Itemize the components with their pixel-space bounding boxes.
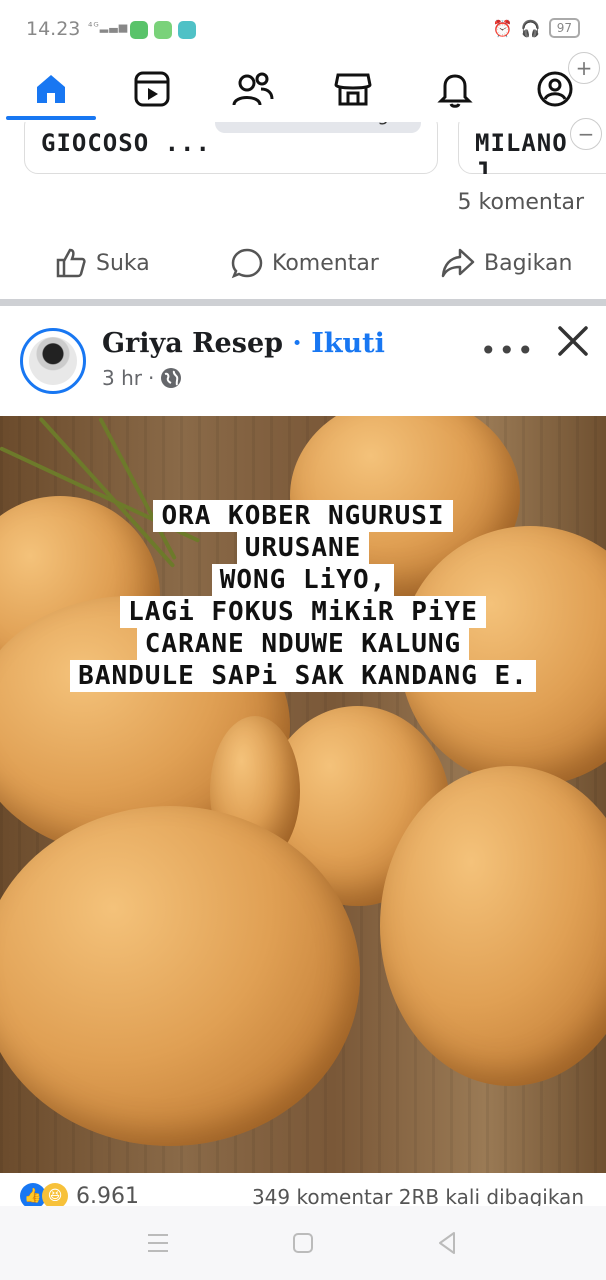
globe-icon [161,368,182,388]
reaction-count: 6.961 [76,1183,139,1209]
headphones-icon: 🎧 [520,18,541,38]
back-icon[interactable] [436,1231,458,1255]
video-icon [134,71,170,107]
post-author-line: Griya Resep · Ikuti [102,328,385,359]
bell-icon [437,74,473,108]
app-notification-icon [154,21,172,39]
zoom-in-button[interactable]: + [568,52,600,84]
menu-icon[interactable] [146,1232,170,1254]
tab-home[interactable] [26,64,76,114]
like-label: Suka [96,250,150,276]
friends-icon [232,72,274,106]
comment-button[interactable]: Komentar [230,246,379,280]
order-now-button[interactable]: Pesan sekarang [215,122,421,133]
quote-line: BANDULE SAPi SAK KANDANG E. [70,660,536,692]
comment-label: Komentar [272,250,379,276]
card-title: GIOCOSO ... [41,129,211,157]
image-quote: ORA KOBER NGURUSI URUSANE WONG LiYO, LAG… [0,500,606,692]
hide-post-button[interactable] [554,322,594,362]
status-bar: 14.23 ⁴ᴳ▂▃▅ ⏰ 🎧 97 [0,0,606,56]
follow-button[interactable]: Ikuti [311,328,385,359]
marketplace-icon [334,73,372,106]
post-time[interactable]: 3 hr [102,366,142,390]
tab-friends[interactable] [228,64,278,114]
close-icon [558,326,588,356]
meta-dot: · [147,366,155,390]
whatsapp-icon [130,21,148,39]
quote-line: ORA KOBER NGURUSI [153,500,453,532]
zoom-out-button[interactable]: − [570,118,602,150]
quote-line: CARANE NDUWE KALUNG [136,628,470,660]
home-square-icon[interactable] [292,1232,314,1254]
quote-line: LAGi FOKUS MiKiR PiYE [120,596,486,628]
post-actions: Suka Komentar Bagikan [0,236,606,294]
tab-video[interactable] [127,64,177,114]
system-navigation-bar [0,1206,606,1280]
like-icon [56,248,86,278]
comment-count[interactable]: 5 komentar [458,190,584,215]
app-notification-icon-2 [178,21,196,39]
post-separator [0,299,606,306]
post-meta: 3 hr · [102,366,182,390]
tab-notifications[interactable] [430,64,480,114]
carousel-card[interactable]: GIOCOSO ... Pesan sekarang [24,122,438,174]
more-options-button[interactable]: ••• [480,334,536,367]
author-name[interactable]: Griya Resep [102,328,283,359]
share-icon [441,248,475,278]
alarm-icon: ⏰ [492,18,513,38]
like-button[interactable]: Suka [54,246,150,280]
product-carousel: GIOCOSO ... Pesan sekarang MILANO J... [0,122,606,174]
share-button[interactable]: Bagikan [440,246,572,280]
comment-icon [231,248,263,279]
home-icon [37,75,65,103]
post-image[interactable]: ORA KOBER NGURUSI URUSANE WONG LiYO, LAG… [0,416,606,1173]
tab-marketplace[interactable] [328,64,378,114]
status-time: 14.23 [26,18,81,40]
quote-line: WONG LiYO, [211,564,395,596]
active-tab-indicator [6,116,96,120]
share-label: Bagikan [484,250,573,276]
signal-icon: ⁴ᴳ▂▃▅ [88,20,129,33]
separator-dot: · [292,328,302,359]
avatar[interactable] [20,328,86,394]
quote-line: URUSANE [236,532,370,564]
post-header: Griya Resep · Ikuti 3 hr · ••• [0,306,606,416]
battery-indicator: 97 [548,18,580,38]
top-navigation: + [0,52,606,122]
